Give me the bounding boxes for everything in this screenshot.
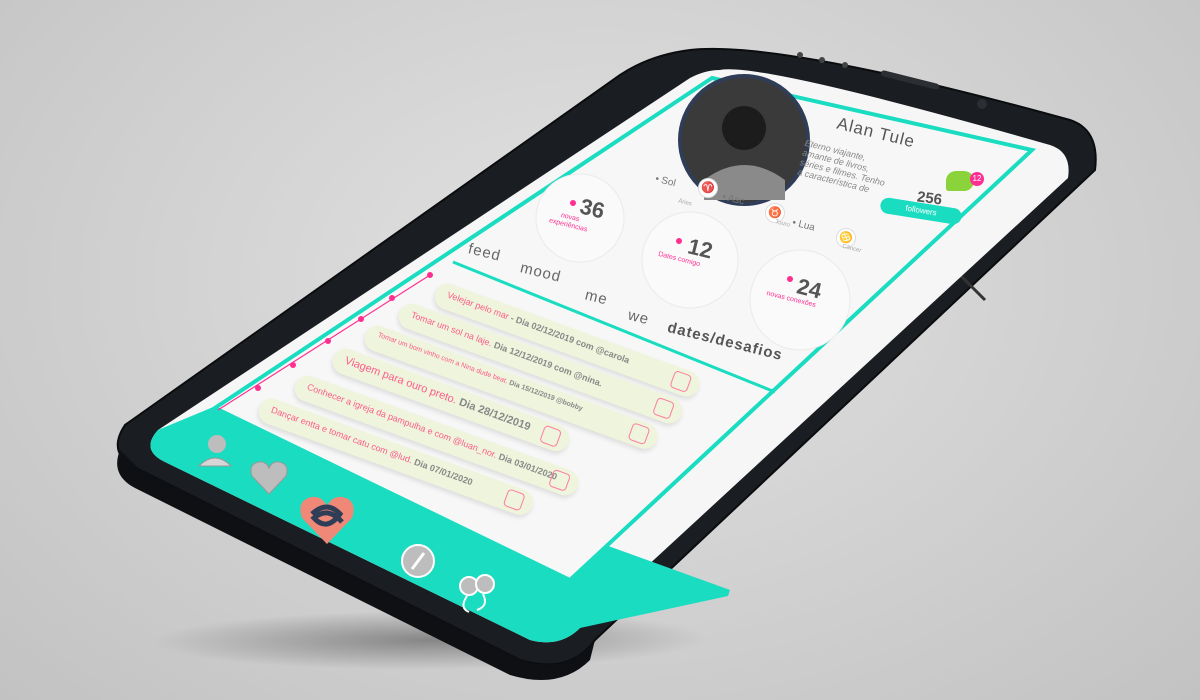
stat-dot — [787, 276, 793, 282]
timeline-dot — [427, 272, 433, 278]
explore-icon[interactable] — [400, 543, 436, 579]
sunglasses-icon — [652, 396, 676, 420]
timeline-dot — [255, 385, 261, 391]
timeline-dot — [389, 295, 395, 301]
stat-dot — [570, 200, 576, 206]
timeline-dot — [358, 316, 364, 322]
dates-knot-icon[interactable] — [298, 492, 356, 546]
profile-icon[interactable] — [195, 432, 235, 468]
mood-icon[interactable] — [248, 458, 290, 496]
messages-badge: 12 — [970, 172, 984, 186]
timeline-dot — [325, 338, 331, 344]
timeline-dot — [290, 362, 296, 368]
aries-icon: ♈ — [698, 178, 718, 198]
drinks-icon — [502, 488, 526, 512]
door-hanger-icon — [539, 424, 563, 448]
connections-icon[interactable] — [455, 572, 499, 616]
boat-icon — [669, 369, 693, 394]
wine-icon — [627, 422, 651, 446]
stat-dot — [676, 238, 682, 244]
